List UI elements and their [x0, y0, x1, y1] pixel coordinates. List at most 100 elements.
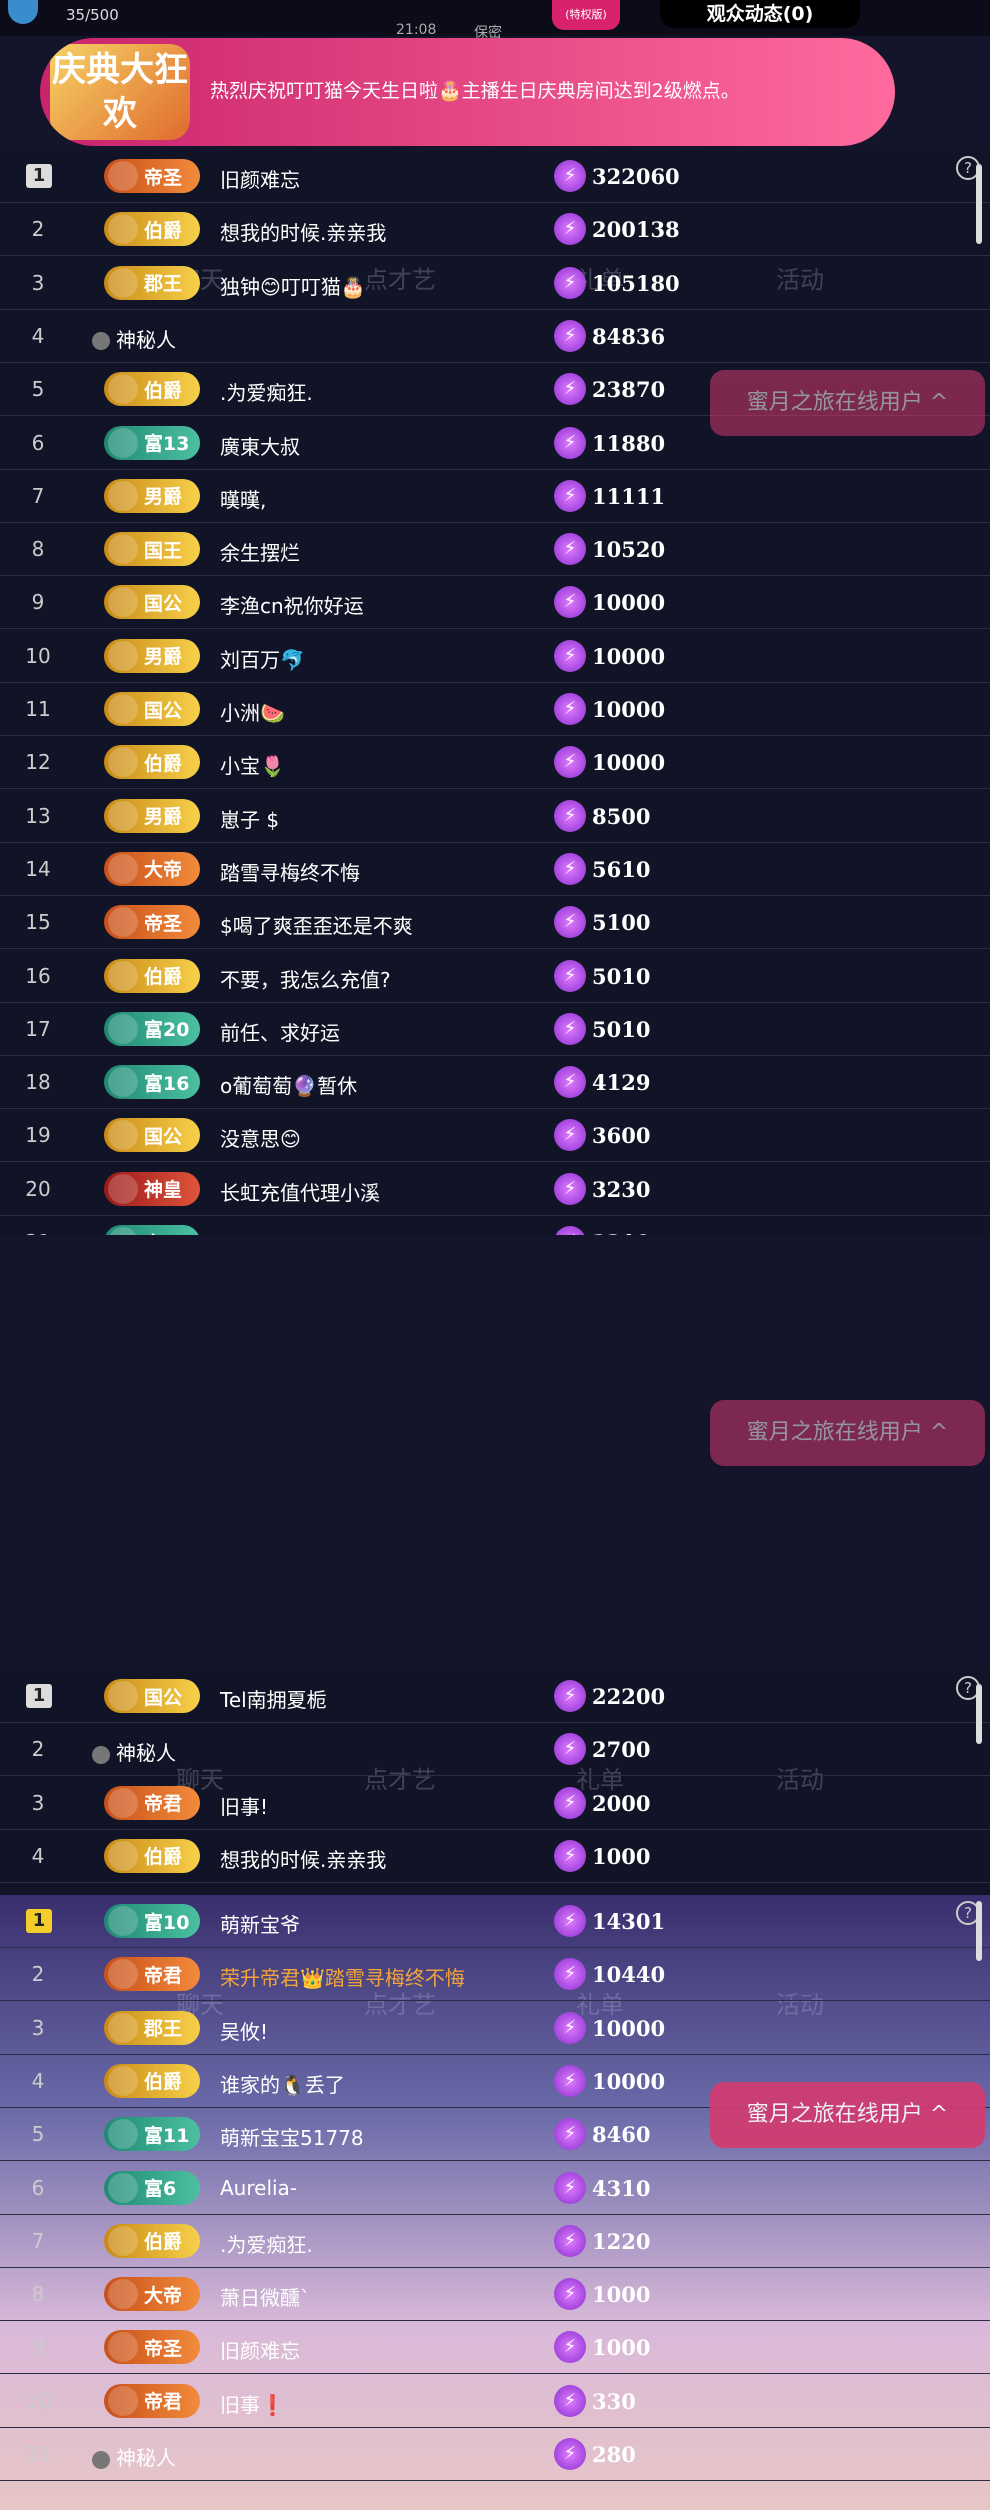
- user-avatar[interactable]: [8, 0, 38, 24]
- user-name[interactable]: .为爱痴狂.: [220, 381, 313, 405]
- rank-row[interactable]: 4 神秘人 ⚡ 84836: [0, 310, 990, 363]
- rank-row[interactable]: 6 富6 Aurelia- ⚡ 4310: [0, 2162, 990, 2215]
- rank-row[interactable]: 14 大帝 踏雪寻梅终不悔 ⚡ 5610: [0, 843, 990, 896]
- user-name[interactable]: 萧日微醺`: [220, 2286, 310, 2310]
- user-name[interactable]: 李渔cn祝你好运: [220, 594, 364, 618]
- lightning-icon: ⚡: [554, 1680, 586, 1712]
- rank-row[interactable]: 21 富10 小雨宝- ⚡ 3210: [0, 1216, 990, 1235]
- rank-row[interactable]: 10 帝君 旧事❗ ⚡ 330: [0, 2375, 990, 2428]
- rank-number: 4: [31, 2068, 45, 2093]
- level-badge-label: 伯爵: [144, 752, 183, 775]
- level-badge: 男爵: [104, 478, 200, 513]
- user-name[interactable]: Tel南拥夏栀: [220, 1688, 327, 1712]
- user-name[interactable]: 谁家的🐧丢了: [220, 2073, 345, 2097]
- user-name[interactable]: 长虹充值代理小溪: [220, 1181, 380, 1205]
- user-name[interactable]: 神秘人: [116, 328, 176, 352]
- rank-row[interactable]: 7 伯爵 .为爱痴狂. ⚡ 1220: [0, 2215, 990, 2268]
- honeymoon-online-users-button[interactable]: 蜜月之旅在线用户 ^: [710, 1400, 985, 1466]
- user-name[interactable]: 旧事!: [220, 1795, 268, 1819]
- user-name[interactable]: 吴攸!: [220, 2020, 268, 2044]
- rank-row[interactable]: 11 神秘人 ⚡ 280: [0, 2428, 990, 2481]
- user-name[interactable]: 暵暵,: [220, 488, 266, 512]
- rank-number: 18: [25, 1070, 51, 1095]
- user-name[interactable]: 踏雪寻梅终不悔: [220, 861, 360, 885]
- user-name[interactable]: 廣東大叔: [220, 435, 300, 459]
- user-name[interactable]: 前任、求好运: [220, 1021, 340, 1045]
- user-name[interactable]: 崽子 $: [220, 808, 279, 832]
- user-name[interactable]: 没意思😊: [220, 1127, 301, 1151]
- user-name[interactable]: .为爱痴狂.: [220, 2233, 313, 2257]
- level-badge-icon: [108, 480, 138, 511]
- honeymoon-online-users-button[interactable]: 蜜月之旅在线用户 ^: [710, 2082, 985, 2148]
- user-name[interactable]: 想我的时候.亲亲我: [220, 221, 386, 245]
- rank-row[interactable]: 1 富10 萌新宝爷 ⚡ 14301: [0, 1895, 990, 1948]
- honeymoon-online-users-button[interactable]: 蜜月之旅在线用户 ^: [710, 370, 985, 436]
- user-name[interactable]: 萌新宝爷: [220, 1913, 300, 1937]
- rank-row[interactable]: 10 男爵 刘百万🐬 ⚡ 10000: [0, 630, 990, 683]
- rank-row[interactable]: 3 郡王 独钟😊叮叮猫🎂 ⚡ 105180: [0, 257, 990, 310]
- rank-row[interactable]: 16 伯爵 不要，我怎么充值? ⚡ 5010: [0, 950, 990, 1003]
- scrollbar[interactable]: [976, 1684, 982, 1744]
- lightning-icon: ⚡: [554, 1172, 586, 1205]
- user-name[interactable]: 独钟😊叮叮猫🎂: [220, 275, 366, 299]
- rank-row[interactable]: 12 伯爵 小宝🌷 ⚡ 10000: [0, 736, 990, 790]
- rank-row[interactable]: 2 帝君 荣升帝君👑踏雪寻梅终不悔 ⚡ 10440: [0, 1948, 990, 2002]
- user-name[interactable]: 萌新宝宝51778: [220, 2126, 364, 2150]
- lightning-icon: ⚡: [554, 2171, 586, 2204]
- user-name[interactable]: 小宝🌷: [220, 754, 285, 778]
- rank-row[interactable]: 9 帝圣 旧颜难忘 ⚡ 1000: [0, 2321, 990, 2375]
- rank-row[interactable]: 2 神秘人 ⚡ 2700: [0, 1723, 990, 1777]
- user-name[interactable]: 神秘人: [116, 1741, 176, 1765]
- user-name-wrap: 长虹充值代理小溪: [220, 1177, 380, 1206]
- rank-row[interactable]: 17 富20 前任、求好运 ⚡ 5010: [0, 1003, 990, 1056]
- user-name-wrap: $喝了爽歪歪还是不爽: [220, 910, 413, 939]
- rank-row[interactable]: 19 国公 没意思😊 ⚡ 3600: [0, 1109, 990, 1163]
- rank-row[interactable]: 3 郡王 吴攸! ⚡ 10000: [0, 2002, 990, 2055]
- user-name[interactable]: 旧事❗: [220, 2393, 285, 2417]
- level-badge: 大帝: [104, 851, 200, 886]
- user-name[interactable]: 小雨宝-: [220, 1234, 287, 1235]
- rank-row[interactable]: 4 伯爵 想我的时候.亲亲我 ⚡ 1000: [0, 1830, 990, 1883]
- user-name[interactable]: 旧颜难忘: [220, 168, 300, 192]
- rank-row[interactable]: 1 国公 Tel南拥夏栀 ⚡ 22200: [0, 1670, 990, 1723]
- contribution-score: 330: [592, 2388, 636, 2414]
- rank-row[interactable]: 7 男爵 暵暵, ⚡ 11111: [0, 470, 990, 523]
- rank-row[interactable]: 1 帝圣 旧颜难忘 ⚡ 322060: [0, 150, 990, 203]
- rank-row[interactable]: 11 国公 小洲🍉 ⚡ 10000: [0, 683, 990, 736]
- scrollbar[interactable]: [976, 164, 982, 244]
- audience-dynamic-button[interactable]: 观众动态(0): [660, 0, 860, 28]
- level-badge: 伯爵: [104, 745, 200, 780]
- level-badge-label: 伯爵: [144, 219, 183, 242]
- user-name-wrap: 刘百万🐬: [220, 644, 305, 673]
- privilege-gift-button[interactable]: (特权版): [552, 0, 620, 30]
- rank-row[interactable]: 20 神皇 长虹充值代理小溪 ⚡ 3230: [0, 1163, 990, 1216]
- rank-row[interactable]: 8 国王 余生摆烂 ⚡ 10520: [0, 523, 990, 577]
- rank-row[interactable]: 3 帝君 旧事! ⚡ 2000: [0, 1777, 990, 1830]
- rank-row[interactable]: 13 男爵 崽子 $ ⚡ 8500: [0, 790, 990, 843]
- scrollbar[interactable]: [976, 1901, 982, 1961]
- level-badge: 神皇: [104, 1171, 200, 1206]
- rank-row[interactable]: 18 富16 o葡萄萄🔮暂休 ⚡ 4129: [0, 1056, 990, 1110]
- user-name[interactable]: 余生摆烂: [220, 541, 300, 565]
- user-name[interactable]: 刘百万🐬: [220, 648, 305, 672]
- user-name[interactable]: o葡萄萄🔮暂休: [220, 1074, 357, 1098]
- level-badge-icon: [108, 374, 138, 405]
- user-name[interactable]: 小洲🍉: [220, 701, 285, 725]
- user-name[interactable]: 神秘人: [116, 2446, 176, 2470]
- level-badge-icon: [108, 2172, 138, 2203]
- mystery-user-icon: [92, 332, 110, 351]
- rank-number: 3: [31, 2015, 45, 2040]
- user-name[interactable]: 荣升帝君👑踏雪寻梅终不悔: [220, 1966, 465, 1990]
- level-badge-icon: [108, 1681, 138, 1711]
- rank-row[interactable]: 2 伯爵 想我的时候.亲亲我 ⚡ 200138: [0, 203, 990, 257]
- user-name[interactable]: 旧颜难忘: [220, 2339, 300, 2363]
- user-name[interactable]: 想我的时候.亲亲我: [220, 1848, 386, 1872]
- contribution-score: 10000: [592, 2068, 666, 2094]
- user-name[interactable]: Aurelia-: [220, 2176, 297, 2200]
- rank-row[interactable]: 9 国公 李渔cn祝你好运 ⚡ 10000: [0, 576, 990, 630]
- user-name[interactable]: 不要，我怎么充值?: [220, 968, 391, 992]
- rank-row[interactable]: 8 大帝 萧日微醺` ⚡ 1000: [0, 2268, 990, 2322]
- level-badge: 帝圣: [104, 159, 200, 193]
- rank-row[interactable]: 15 帝圣 $喝了爽歪歪还是不爽 ⚡ 5100: [0, 896, 990, 950]
- user-name[interactable]: $喝了爽歪歪还是不爽: [220, 914, 413, 938]
